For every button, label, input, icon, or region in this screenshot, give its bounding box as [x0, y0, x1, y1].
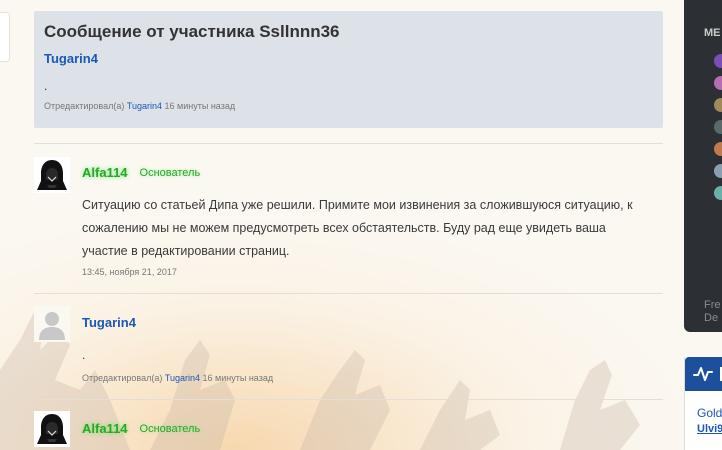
post-author-link[interactable]: Alfa114 — [82, 421, 128, 436]
activity-icon — [693, 367, 713, 381]
edited-time: 16 минуты назад — [164, 101, 236, 111]
member-avatar[interactable] — [714, 54, 722, 68]
member-avatar[interactable] — [714, 120, 722, 134]
member-avatar[interactable] — [714, 76, 722, 90]
post-author-link[interactable]: Alfa114 — [82, 165, 128, 180]
role-badge: Основатель — [139, 422, 201, 435]
post-header: Alfa114 Основатель — [82, 165, 200, 180]
default-user-icon — [34, 306, 70, 342]
member-avatar[interactable] — [714, 164, 722, 178]
activity-widget: Gold Ulvi9 — [684, 357, 722, 450]
role-badge: Основатель — [139, 166, 201, 179]
members-sidebar: МЕ Fre De — [684, 0, 722, 332]
quote-author-link[interactable]: Tugarin4 — [44, 51, 98, 66]
quote-body: . — [44, 79, 48, 93]
partial-avatar — [0, 12, 10, 62]
widget-link[interactable]: Gold — [697, 406, 722, 420]
hooded-figure-icon — [34, 411, 70, 447]
edited-user-link[interactable]: Tugarin4 — [127, 101, 162, 111]
widget-user-link[interactable]: Ulvi9 — [697, 423, 722, 435]
sidebar-footer-text: Fre — [704, 299, 721, 311]
sidebar-footer-text: De — [704, 312, 719, 324]
edited-user-link[interactable]: Tugarin4 — [165, 373, 200, 383]
member-avatar[interactable] — [714, 186, 722, 200]
post-header: Alfa114 Основатель — [82, 421, 200, 436]
hooded-figure-icon — [34, 157, 70, 193]
post-body: . — [82, 348, 86, 362]
post: Alfa114 Основатель — [34, 399, 663, 450]
post: Alfa114 Основатель Ситуацию со статьей Д… — [34, 143, 663, 293]
edited-time: 16 минуты назад — [202, 373, 274, 383]
widget-header — [685, 357, 722, 391]
post-timestamp[interactable]: 13:45, ноября 21, 2017 — [82, 267, 177, 277]
post-author-link[interactable]: Tugarin4 — [82, 315, 136, 330]
post-header: Tugarin4 — [82, 315, 136, 330]
avatar[interactable] — [34, 306, 70, 342]
avatar[interactable] — [34, 157, 70, 193]
member-avatar[interactable] — [714, 142, 722, 156]
post-edited-meta: Отредактировал(а) Tugarin4 16 минуты наз… — [82, 373, 273, 383]
sidebar-heading: МЕ — [704, 27, 721, 39]
post-body: Ситуацию со статьей Дипа уже решили. При… — [82, 198, 633, 258]
quote-edited-meta: Отредактировал(а) Tugarin4 16 минуты наз… — [44, 101, 235, 111]
edited-prefix: Отредактировал(а) — [82, 373, 163, 383]
avatar[interactable] — [34, 411, 70, 447]
member-avatar[interactable] — [714, 98, 722, 112]
post: Tugarin4 . Отредактировал(а) Tugarin4 16… — [34, 293, 663, 399]
quote-title: Сообщение от участника Ssllnnn36 — [44, 22, 340, 41]
edited-prefix: Отредактировал(а) — [44, 101, 125, 111]
